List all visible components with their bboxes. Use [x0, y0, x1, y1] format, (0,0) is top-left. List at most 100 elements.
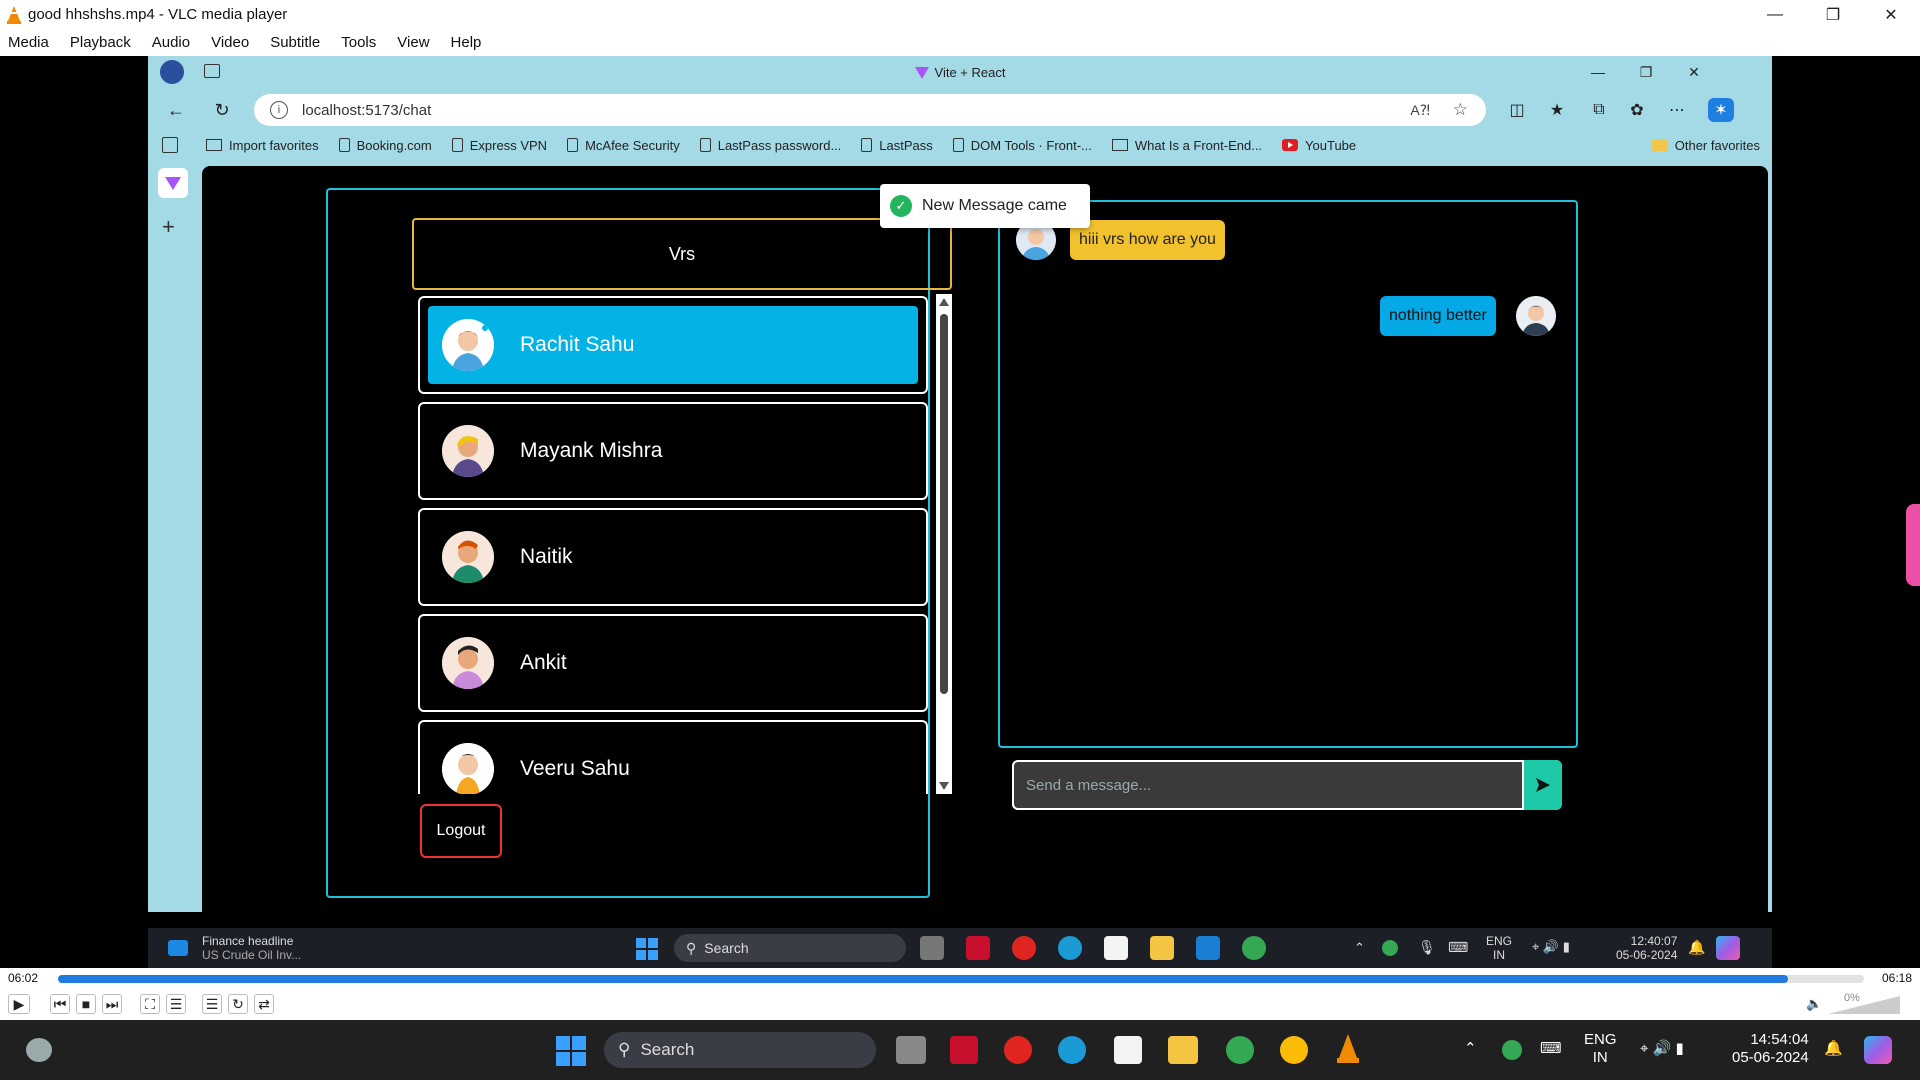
- address-bar[interactable]: i localhost:5173/chat A⁈ ☆: [254, 94, 1486, 126]
- fav-lastpass[interactable]: LastPass: [861, 138, 933, 153]
- search-box[interactable]: ⚲ Search: [674, 934, 906, 962]
- menu-subtitle[interactable]: Subtitle: [270, 34, 320, 51]
- menu-media[interactable]: Media: [8, 34, 49, 51]
- notification-icon[interactable]: 🔔: [1824, 1040, 1843, 1058]
- scroll-up-icon[interactable]: [939, 298, 949, 306]
- copilot-icon[interactable]: ✶: [1708, 98, 1734, 122]
- menu-tools[interactable]: Tools: [341, 34, 376, 51]
- menu-help[interactable]: Help: [451, 34, 482, 51]
- tray-chevron-icon[interactable]: ⌃: [1464, 1040, 1477, 1058]
- start-icon[interactable]: [636, 938, 658, 960]
- lang-indicator[interactable]: ENG IN: [1584, 1031, 1617, 1067]
- vlc-taskbar-icon[interactable]: [1336, 1034, 1360, 1064]
- store-icon[interactable]: [1114, 1036, 1142, 1064]
- notification-icon[interactable]: 🔔: [1688, 940, 1705, 954]
- collections-icon[interactable]: ⧉: [1586, 98, 1612, 122]
- menu-audio[interactable]: Audio: [152, 34, 190, 51]
- store-icon[interactable]: [1104, 936, 1128, 960]
- user-list-scrollbar[interactable]: [936, 294, 952, 794]
- minimize-button[interactable]: —: [1746, 0, 1804, 29]
- fav-booking[interactable]: Booking.com: [338, 138, 432, 153]
- taskbar-search-box[interactable]: ⚲ Search: [604, 1032, 876, 1068]
- chrome-tray-icon[interactable]: [1502, 1040, 1522, 1060]
- next-button[interactable]: ⏭: [102, 994, 122, 1014]
- file-explorer-icon[interactable]: [1168, 1036, 1198, 1064]
- logout-button[interactable]: Logout: [420, 804, 502, 858]
- volume-control[interactable]: 🔈 0%: [1806, 992, 1902, 1016]
- opera-icon[interactable]: [1012, 936, 1036, 960]
- favorites-icon[interactable]: ★: [1544, 98, 1570, 122]
- task-view-icon[interactable]: [920, 936, 944, 960]
- user-list[interactable]: Rachit Sahu Mayank Mishra Naitik Ankit V…: [418, 296, 928, 794]
- mcafee-icon[interactable]: [966, 936, 990, 960]
- fullscreen-button[interactable]: ⛶: [140, 994, 160, 1014]
- copilot-taskbar-icon[interactable]: [1864, 1036, 1892, 1064]
- vscode-icon[interactable]: [1196, 936, 1220, 960]
- side-pink-tab[interactable]: [1906, 504, 1920, 586]
- menu-video[interactable]: Video: [211, 34, 249, 51]
- user-item-veeru-sahu[interactable]: Veeru Sahu: [418, 720, 928, 794]
- keyboard-icon[interactable]: ⌨: [1540, 1040, 1562, 1058]
- start-icon[interactable]: [556, 1036, 586, 1066]
- lang-indicator[interactable]: ENG IN: [1486, 934, 1512, 962]
- fav-import[interactable]: Import favorites: [206, 138, 319, 153]
- menu-playback[interactable]: Playback: [70, 34, 131, 51]
- fav-mcafee[interactable]: McAfee Security: [567, 138, 680, 153]
- chrome-icon[interactable]: [1242, 936, 1266, 960]
- keyboard-icon[interactable]: ⌨: [1448, 940, 1468, 954]
- network-icon[interactable]: ⌖ 🔊 ▮: [1532, 940, 1570, 954]
- previous-button[interactable]: ⏮: [50, 994, 70, 1014]
- send-button[interactable]: [1524, 760, 1562, 810]
- split-screen-icon[interactable]: ◫: [1504, 98, 1530, 122]
- stop-button[interactable]: ■: [76, 994, 96, 1014]
- volume-slider[interactable]: [1828, 996, 1900, 1014]
- user-item-rachit-sahu[interactable]: Rachit Sahu: [418, 296, 928, 394]
- opera-icon[interactable]: [1004, 1036, 1032, 1064]
- menu-view[interactable]: View: [397, 34, 429, 51]
- mcafee-icon[interactable]: [950, 1036, 978, 1064]
- fav-youtube[interactable]: YouTube: [1282, 138, 1356, 153]
- copilot-taskbar-icon[interactable]: [1716, 936, 1740, 960]
- vertical-tab-vite[interactable]: [158, 168, 188, 198]
- restore-button[interactable]: ❐: [1804, 0, 1862, 29]
- fav-front-end[interactable]: What Is a Front-End...: [1111, 138, 1262, 153]
- volume-icon[interactable]: 🔈: [1806, 996, 1822, 1012]
- clock[interactable]: 14:54:04 05-06-2024: [1732, 1031, 1809, 1067]
- mic-icon[interactable]: 🎙: [1418, 940, 1436, 954]
- url-text[interactable]: localhost:5173/chat: [302, 102, 431, 119]
- message-input[interactable]: [1012, 760, 1524, 810]
- more-icon[interactable]: ⋯: [1664, 98, 1690, 122]
- info-icon[interactable]: i: [270, 101, 288, 119]
- seek-track[interactable]: [58, 975, 1864, 983]
- back-icon[interactable]: ←: [164, 98, 188, 122]
- extensions-icon[interactable]: ✿: [1624, 98, 1650, 122]
- chrome-profile-icon[interactable]: [1280, 1036, 1308, 1064]
- extended-settings-button[interactable]: ☰: [166, 994, 186, 1014]
- play-button[interactable]: ▶: [8, 994, 30, 1014]
- scroll-thumb[interactable]: [940, 314, 948, 694]
- clock[interactable]: 12:40:07 05-06-2024: [1616, 934, 1677, 962]
- edge-icon[interactable]: [1058, 1036, 1086, 1064]
- seek-progress[interactable]: [58, 975, 1789, 983]
- close-button[interactable]: ✕: [1862, 0, 1920, 29]
- chrome-icon[interactable]: [1226, 1036, 1254, 1064]
- chrome-tray-icon[interactable]: [1382, 940, 1398, 956]
- fav-dom-tools[interactable]: DOM Tools · Front-...: [952, 138, 1092, 153]
- tray-chevron-icon[interactable]: ⌃: [1354, 941, 1365, 955]
- network-icon[interactable]: ⌖ 🔊 ▮: [1640, 1040, 1684, 1058]
- user-item-ankit[interactable]: Ankit: [418, 614, 928, 712]
- loop-button[interactable]: ↻: [228, 994, 248, 1014]
- new-tab-icon[interactable]: +: [162, 214, 175, 240]
- fav-other[interactable]: Other favorites: [1651, 138, 1760, 153]
- shuffle-button[interactable]: ⇄: [254, 994, 274, 1014]
- weather-icon[interactable]: [26, 1038, 52, 1062]
- scroll-down-icon[interactable]: [939, 782, 949, 790]
- user-item-mayank-mishra[interactable]: Mayank Mishra: [418, 402, 928, 500]
- fav-expressvpn[interactable]: Express VPN: [451, 138, 547, 153]
- favorite-star-icon[interactable]: ☆: [1453, 100, 1468, 120]
- file-explorer-icon[interactable]: [1150, 936, 1174, 960]
- playlist-button[interactable]: ☰: [202, 994, 222, 1014]
- refresh-icon[interactable]: ↻: [210, 98, 234, 122]
- read-aloud-icon[interactable]: A⁈: [1410, 102, 1430, 119]
- browser-close-button[interactable]: ✕: [1670, 56, 1718, 88]
